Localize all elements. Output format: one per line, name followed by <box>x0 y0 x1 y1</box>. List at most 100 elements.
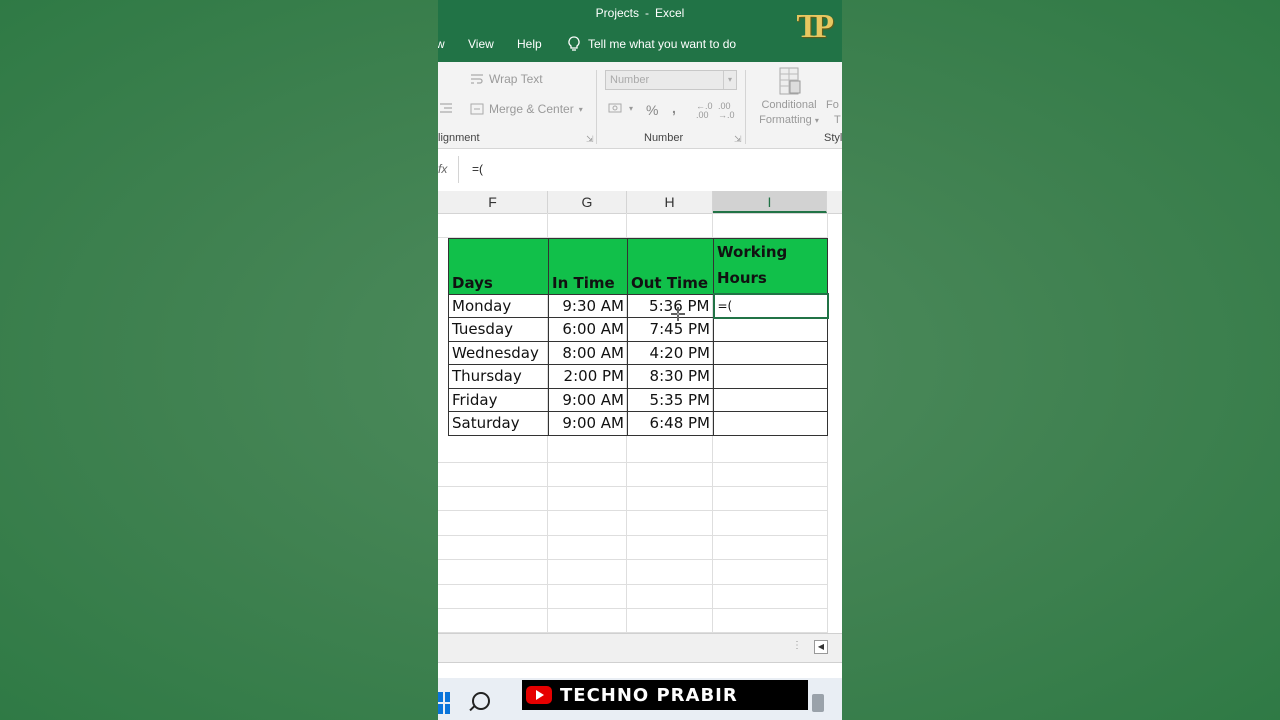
currency-icon <box>608 103 622 113</box>
column-header-f[interactable]: F <box>438 191 548 213</box>
excel-window: Projects - Excel TP w View Help Tell me wh… <box>438 0 842 720</box>
horizontal-scrollbar[interactable]: ⋮ ◀ <box>438 633 842 663</box>
chevron-down-icon: ▾ <box>723 71 736 89</box>
working-hours-cell[interactable] <box>713 364 828 389</box>
channel-banner: TECHNO PRABIR <box>522 680 808 710</box>
day-cell[interactable]: Saturday <box>448 411 549 436</box>
table-row: Friday 9:00 AM 5:35 PM <box>448 387 828 412</box>
title-bar: Projects - Excel TP w View Help Tell me wh… <box>438 0 842 62</box>
styles-group-label: Styl <box>824 132 842 144</box>
day-cell[interactable]: Monday <box>448 293 549 318</box>
working-hours-cell[interactable] <box>713 411 828 436</box>
table-row: Tuesday 6:00 AM 7:45 PM <box>448 317 828 342</box>
format-as-table-button[interactable]: Fo T <box>826 98 841 128</box>
table-row: Saturday 9:00 AM 6:48 PM <box>448 411 828 436</box>
dialog-launcher-icon[interactable]: ⇲ <box>586 134 594 145</box>
in-time-cell[interactable]: 2:00 PM <box>548 364 628 389</box>
merge-center-label: Merge & Center <box>489 102 574 116</box>
indent-icon-button[interactable] <box>438 102 454 114</box>
table-row: Wednesday 8:00 AM 4:20 PM <box>448 340 828 365</box>
table-label: T <box>834 114 841 126</box>
column-header-i[interactable]: I <box>713 191 827 213</box>
working-hours-cell-active[interactable]: =( <box>712 293 829 319</box>
ribbon: Wrap Text Merge & Center ▾ lignment ⇲ Nu… <box>438 62 842 149</box>
format-as-label: Fo <box>826 99 839 111</box>
conditional-label: Conditional <box>761 99 817 111</box>
tell-me-search[interactable]: Tell me what you want to do <box>568 36 736 51</box>
column-header-h[interactable]: H <box>627 191 713 213</box>
channel-name: TECHNO PRABIR <box>560 684 738 706</box>
schedule-table: Days In Time Out Time Working Hours Mond… <box>448 238 829 436</box>
day-cell[interactable]: Wednesday <box>448 340 549 365</box>
scroll-left-arrow[interactable]: ◀ <box>814 640 828 654</box>
day-cell[interactable]: Thursday <box>448 364 549 389</box>
out-time-cell[interactable]: 5:35 PM <box>627 387 714 412</box>
working-hours-cell[interactable] <box>713 317 828 342</box>
tab-review[interactable]: w <box>438 37 445 51</box>
out-time-cell[interactable]: 6:48 PM <box>627 411 714 436</box>
formula-input[interactable]: =( <box>472 162 483 176</box>
percent-button[interactable]: % <box>646 102 658 118</box>
in-time-cell[interactable]: 9:30 AM <box>548 293 628 318</box>
accounting-format-button[interactable]: ▾ <box>608 102 633 114</box>
lightbulb-icon <box>568 36 580 51</box>
tell-me-label: Tell me what you want to do <box>588 36 737 51</box>
number-format-value: Number <box>610 74 650 86</box>
decrease-decimal-button[interactable]: .00 →.0 <box>718 102 735 120</box>
chevron-down-icon: ▾ <box>578 104 583 114</box>
formatting-label: Formatting ▾ <box>759 114 819 126</box>
number-format-dropdown[interactable]: Number ▾ <box>605 70 737 90</box>
column-headers: F G H I <box>438 191 842 214</box>
chevron-down-icon: ▾ <box>814 116 819 125</box>
taskbar-app-icon[interactable] <box>812 694 824 712</box>
app-name: Excel <box>655 6 685 20</box>
wrap-text-label: Wrap Text <box>489 72 543 86</box>
out-time-cell[interactable]: 7:45 PM <box>627 317 714 342</box>
conditional-formatting-icon <box>779 67 801 95</box>
header-days[interactable]: Days <box>448 238 549 295</box>
windows-start-icon[interactable] <box>438 692 450 714</box>
in-time-cell[interactable]: 6:00 AM <box>548 317 628 342</box>
header-in-time[interactable]: In Time <box>548 238 628 295</box>
in-time-cell[interactable]: 8:00 AM <box>548 340 628 365</box>
table-row: Monday 9:30 AM 5:36 PM =( <box>448 293 829 319</box>
number-group-label: Number <box>644 132 684 144</box>
youtube-icon <box>526 686 552 704</box>
taskbar: TECHNO PRABIR <box>438 678 842 720</box>
tab-view[interactable]: View <box>468 37 494 51</box>
window-title: Projects - Excel <box>438 6 842 20</box>
indent-icon <box>440 103 452 113</box>
chevron-down-icon: ▾ <box>629 103 634 113</box>
ribbon-separator <box>745 70 746 144</box>
header-out-time[interactable]: Out Time <box>627 238 714 295</box>
wrap-text-button[interactable]: Wrap Text <box>470 72 543 86</box>
fx-icon[interactable]: fx <box>438 162 447 176</box>
tab-help[interactable]: Help <box>517 37 542 51</box>
in-time-cell[interactable]: 9:00 AM <box>548 387 628 412</box>
out-time-cell[interactable]: 8:30 PM <box>627 364 714 389</box>
more-options-icon: ⋮ <box>792 640 802 651</box>
formula-bar: fx =( <box>438 156 842 183</box>
comma-button[interactable]: , <box>672 100 676 116</box>
merge-center-icon <box>470 103 484 115</box>
working-hours-cell[interactable] <box>713 340 828 365</box>
day-cell[interactable]: Friday <box>448 387 549 412</box>
alignment-group-label: lignment <box>438 132 480 144</box>
conditional-formatting-button[interactable]: Conditional Formatting ▾ <box>754 66 824 128</box>
out-time-cell[interactable]: 4:20 PM <box>627 340 714 365</box>
channel-logo: TP <box>796 8 835 45</box>
merge-center-button[interactable]: Merge & Center ▾ <box>470 102 583 116</box>
ribbon-separator <box>596 70 597 144</box>
move-cursor-icon <box>671 307 685 321</box>
search-icon[interactable] <box>472 692 490 710</box>
file-name: Projects <box>595 6 639 20</box>
day-cell[interactable]: Tuesday <box>448 317 549 342</box>
working-hours-cell[interactable] <box>713 387 828 412</box>
header-working-hours[interactable]: Working Hours <box>713 238 828 295</box>
column-header-g[interactable]: G <box>548 191 627 213</box>
title-separator: - <box>645 6 649 20</box>
dialog-launcher-icon[interactable]: ⇲ <box>734 134 742 145</box>
in-time-cell[interactable]: 9:00 AM <box>548 411 628 436</box>
formula-divider <box>458 156 459 183</box>
increase-decimal-button[interactable]: ←.0 .00 <box>696 102 713 120</box>
